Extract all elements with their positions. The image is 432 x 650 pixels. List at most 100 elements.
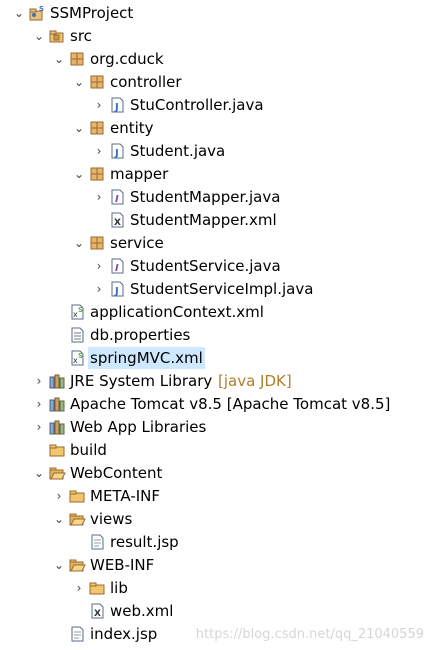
source-folder-icon <box>48 27 66 45</box>
chevron-right-icon[interactable]: › <box>32 372 46 390</box>
chevron-right-icon[interactable]: › <box>92 257 106 275</box>
library-icon <box>48 395 66 413</box>
chevron-right-icon[interactable]: › <box>92 142 106 160</box>
chevron-right-icon[interactable]: › <box>32 395 46 413</box>
tree-row[interactable]: ⌄ src <box>0 25 432 47</box>
svg-text:S: S <box>39 5 44 13</box>
folder-icon <box>48 441 66 459</box>
tree-row[interactable]: ⌄ entity <box>0 117 432 139</box>
java-project-icon: S <box>28 4 46 22</box>
chevron-down-icon[interactable]: ⌄ <box>52 50 66 68</box>
package-icon <box>68 50 86 68</box>
chevron-right-icon[interactable]: › <box>52 487 66 505</box>
package-icon <box>88 165 106 183</box>
tree-item-label: StudentService.java <box>130 257 281 275</box>
watermark: https://blog.csdn.net/qq_21040559 <box>195 627 424 642</box>
chevron-right-icon[interactable]: › <box>92 96 106 114</box>
properties-file-icon <box>68 326 86 344</box>
tree-row[interactable]: x SspringMVC.xml <box>0 347 432 369</box>
tree-item-label: index.jsp <box>90 625 158 643</box>
chevron-right-icon[interactable]: › <box>72 579 86 597</box>
folder-open-icon <box>68 510 86 528</box>
svg-text:I: I <box>115 263 119 274</box>
java-interface-icon: I <box>108 257 126 275</box>
tree-row[interactable]: › I StudentService.java <box>0 255 432 277</box>
chevron-down-icon[interactable]: ⌄ <box>72 234 86 252</box>
chevron-right-icon[interactable]: › <box>92 188 106 206</box>
tree-row[interactable]: result.jsp <box>0 531 432 553</box>
svg-text:J: J <box>114 286 119 297</box>
chevron-down-icon[interactable]: ⌄ <box>32 27 46 45</box>
chevron-down-icon[interactable]: ⌄ <box>72 119 86 137</box>
tree-item-label: entity <box>110 119 154 137</box>
tree-item-label: StudentMapper.java <box>130 188 281 206</box>
tree-item-label: Apache Tomcat v8.5 [Apache Tomcat v8.5] <box>70 395 391 413</box>
spring-xml-icon: x S <box>68 349 86 367</box>
tree-row[interactable]: ⌄ S SSMProject <box>0 2 432 24</box>
chevron-right-icon[interactable]: › <box>92 280 106 298</box>
tree-row[interactable]: › J Student.java <box>0 140 432 162</box>
folder-icon <box>68 487 86 505</box>
tree-row[interactable]: ⌄ org.cduck <box>0 48 432 70</box>
tree-item-label: Student.java <box>130 142 226 160</box>
folder-icon <box>88 579 106 597</box>
folder-open-icon <box>68 556 86 574</box>
tree-item-label: springMVC.xml <box>88 347 205 369</box>
tree-row[interactable]: ⌄ controller <box>0 71 432 93</box>
svg-text:S: S <box>78 352 83 360</box>
tree-item-label: web.xml <box>110 602 174 620</box>
xml-file-icon: X <box>88 602 106 620</box>
tree-row[interactable]: db.properties <box>0 324 432 346</box>
tree-row[interactable]: › J StudentServiceImpl.java <box>0 278 432 300</box>
tree-item-label: StudentMapper.xml <box>130 211 277 229</box>
tree-row[interactable]: X StudentMapper.xml <box>0 209 432 231</box>
svg-text:I: I <box>115 194 119 205</box>
tree-item-label: applicationContext.xml <box>90 303 264 321</box>
svg-text:X: X <box>114 218 121 228</box>
xml-file-icon: X <box>108 211 126 229</box>
tree-item-label: Web App Libraries <box>70 418 207 436</box>
svg-text:J: J <box>114 148 119 159</box>
tree-row[interactable]: ⌄ views <box>0 508 432 530</box>
java-file-icon: J <box>108 142 126 160</box>
tree-item-label: service <box>110 234 164 252</box>
chevron-down-icon[interactable]: ⌄ <box>12 4 26 22</box>
tree-row[interactable]: › J StuController.java <box>0 94 432 116</box>
tree-row[interactable]: ⌄ WEB-INF <box>0 554 432 576</box>
chevron-down-icon[interactable]: ⌄ <box>72 73 86 91</box>
tree-item-decoration: [java JDK] <box>218 372 292 390</box>
tree-row[interactable]: ⌄ service <box>0 232 432 254</box>
project-explorer-tree: ⌄ S SSMProject ⌄ src ⌄ org.cduck ⌄ controll… <box>0 0 432 650</box>
tree-row[interactable]: Xweb.xml <box>0 600 432 622</box>
chevron-down-icon[interactable]: ⌄ <box>32 464 46 482</box>
library-icon <box>48 418 66 436</box>
tree-item-label: result.jsp <box>110 533 179 551</box>
tree-item-label: StuController.java <box>130 96 264 114</box>
library-icon <box>48 372 66 390</box>
tree-item-label: StudentServiceImpl.java <box>130 280 314 298</box>
tree-item-label: WebContent <box>70 464 163 482</box>
tree-row[interactable]: › lib <box>0 577 432 599</box>
tree-row[interactable]: ⌄ WebContent <box>0 462 432 484</box>
chevron-right-icon[interactable]: › <box>32 418 46 436</box>
tree-row[interactable]: › I StudentMapper.java <box>0 186 432 208</box>
tree-row[interactable]: › META-INF <box>0 485 432 507</box>
tree-row[interactable]: x SapplicationContext.xml <box>0 301 432 323</box>
tree-item-label: JRE System Library <box>70 372 213 390</box>
spring-xml-icon: x S <box>68 303 86 321</box>
tree-row[interactable]: › Apache Tomcat v8.5 [Apache Tomcat v8.5… <box>0 393 432 415</box>
tree-item-label: lib <box>110 579 128 597</box>
chevron-down-icon[interactable]: ⌄ <box>52 510 66 528</box>
jsp-file-icon <box>68 625 86 643</box>
tree-row[interactable]: build <box>0 439 432 461</box>
svg-text:S: S <box>78 306 83 314</box>
tree-row[interactable]: ⌄ mapper <box>0 163 432 185</box>
tree-item-label: views <box>90 510 133 528</box>
java-file-icon: J <box>108 280 126 298</box>
chevron-down-icon[interactable]: ⌄ <box>72 165 86 183</box>
chevron-down-icon[interactable]: ⌄ <box>52 556 66 574</box>
tree-row[interactable]: › JRE System Library [java JDK] <box>0 370 432 392</box>
tree-row[interactable]: › Web App Libraries <box>0 416 432 438</box>
package-icon <box>88 234 106 252</box>
tree-item-label: META-INF <box>90 487 161 505</box>
